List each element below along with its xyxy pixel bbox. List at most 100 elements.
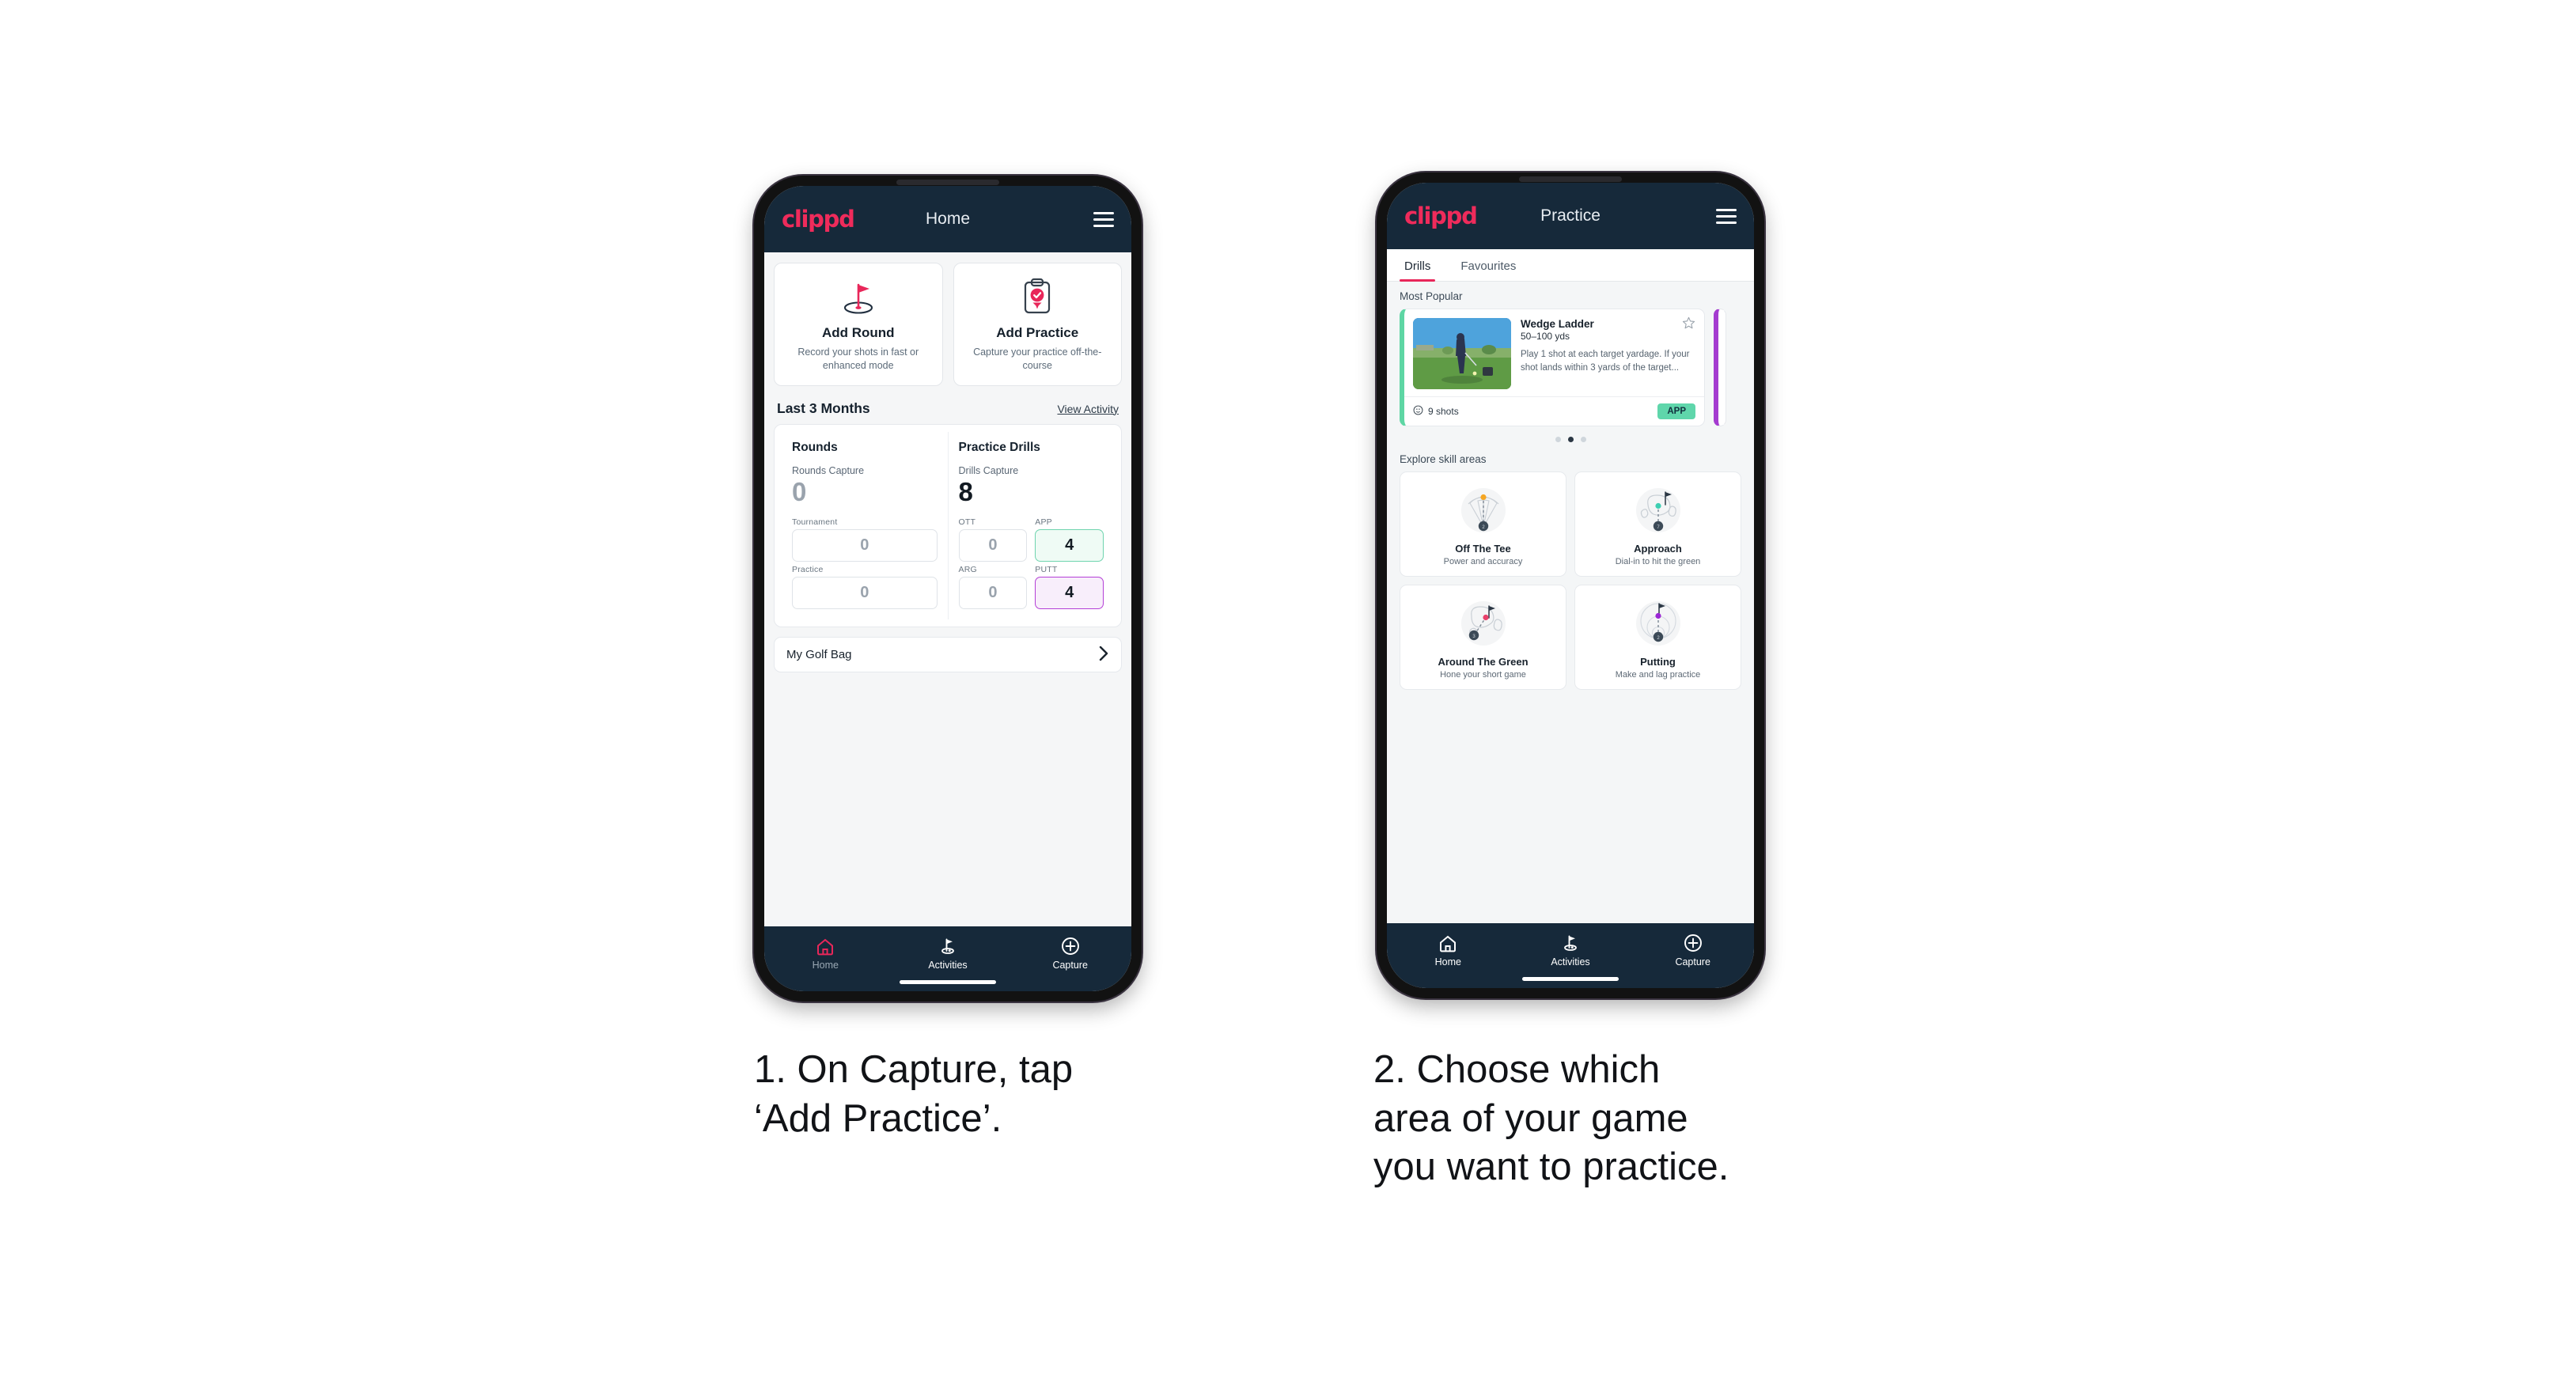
metric-ott[interactable]: OTT 0 <box>958 517 1028 562</box>
tutorial-stage: clippd Home Add Round Record your shots … <box>0 0 2576 1386</box>
nav-home[interactable]: Home <box>1387 933 1510 968</box>
drills-column: Practice Drills Drills Capture 8 OTT 0 A… <box>947 431 1115 620</box>
nav-capture[interactable]: Capture <box>1631 933 1754 968</box>
clippd-logo[interactable]: clippd <box>1404 203 1478 229</box>
add-round-card[interactable]: Add Round Record your shots in fast or e… <box>774 263 943 386</box>
practice-content: Most Popular Wedge Ladder 50–100 yds Pla… <box>1387 282 1754 923</box>
metric-putt-value: 4 <box>1035 577 1104 610</box>
nav-home-label: Home <box>1434 956 1461 968</box>
metric-ott-label: OTT <box>958 517 976 528</box>
nav-activities[interactable]: Activities <box>1510 933 1632 968</box>
phone-mockup-practice: clippd Practice Drills Favourites Most P… <box>1377 172 1764 998</box>
caption-step-2: 2. Choose which area of your game you wa… <box>1373 1048 1729 1189</box>
metric-app[interactable]: APP 4 <box>1035 517 1104 562</box>
drills-metrics: OTT 0 APP 4 ARG 0 PUTT 4 <box>958 517 1104 610</box>
drill-card[interactable]: Wedge Ladder 50–100 yds Play 1 shot at e… <box>1400 309 1705 426</box>
add-round-subtitle: Record your shots in fast or enhanced mo… <box>797 346 919 372</box>
rounds-capture-value: 0 <box>792 476 807 506</box>
drill-description: Play 1 shot at each target yardage. If y… <box>1521 350 1690 373</box>
carousel-dot[interactable] <box>1580 437 1586 442</box>
skill-card-around-the-green[interactable]: 3 Around The Green Hone your short game <box>1400 585 1566 690</box>
metric-arg[interactable]: ARG 0 <box>958 565 1028 610</box>
tab-favourites[interactable]: Favourites <box>1456 249 1521 281</box>
skill-title: Off The Tee <box>1455 543 1511 555</box>
view-activity-link[interactable]: View Activity <box>1057 403 1119 415</box>
hamburger-icon[interactable] <box>1093 211 1114 227</box>
metric-putt[interactable]: PUTT 4 <box>1035 565 1104 610</box>
phone-screen: clippd Practice Drills Favourites Most P… <box>1387 183 1754 988</box>
skill-card-approach[interactable]: 7 Approach Dial-in to hit the green <box>1574 471 1741 577</box>
skill-areas-grid: 2 Off The Tee Power and accuracy 7 Appro… <box>1387 471 1754 690</box>
tab-drills[interactable]: Drills <box>1400 249 1436 282</box>
plus-circle-icon <box>1061 937 1080 956</box>
explore-skill-areas-label: Explore skill areas <box>1400 453 1487 465</box>
metric-ott-value: 0 <box>958 529 1028 562</box>
skill-title: Putting <box>1640 656 1676 668</box>
add-practice-card[interactable]: Add Practice Capture your practice off-t… <box>953 263 1122 386</box>
approach-green-icon: 7 <box>1580 481 1736 540</box>
nav-activities-label: Activities <box>928 960 968 971</box>
skill-subtitle: Dial-in to hit the green <box>1615 557 1701 566</box>
metric-tournament-value: 0 <box>792 529 938 562</box>
star-outline-icon[interactable] <box>1682 316 1695 332</box>
plus-circle-icon <box>1684 933 1703 952</box>
clipboard-check-icon <box>960 277 1116 318</box>
rounds-column: Rounds Rounds Capture 0 Tournament 0 Pra… <box>782 432 948 620</box>
metric-tournament[interactable]: Tournament 0 <box>792 517 938 562</box>
nav-home[interactable]: Home <box>764 937 887 971</box>
tee-shot-fan-icon: 2 <box>1405 481 1561 540</box>
drill-shots-label: 9 shots <box>1428 406 1459 417</box>
nav-capture-label: Capture <box>1052 960 1088 971</box>
quick-actions: Add Round Record your shots in fast or e… <box>774 263 1122 386</box>
clippd-logo[interactable]: clippd <box>782 206 855 233</box>
drill-shots: 9 shots <box>1413 405 1459 418</box>
skill-subtitle: Power and accuracy <box>1443 557 1523 566</box>
drill-carousel[interactable]: Wedge Ladder 50–100 yds Play 1 shot at e… <box>1387 309 1754 426</box>
drill-card-next-peek[interactable] <box>1714 309 1726 426</box>
metric-tournament-label: Tournament <box>792 517 838 528</box>
phone-speaker-notch <box>896 180 999 185</box>
nav-capture[interactable]: Capture <box>1009 937 1131 971</box>
rounds-capture-label: Rounds Capture <box>792 464 865 476</box>
phone-mockup-home: clippd Home Add Round Record your shots … <box>754 176 1142 1002</box>
metric-putt-label: PUTT <box>1035 565 1058 575</box>
drills-heading: Practice Drills <box>958 440 1040 454</box>
nav-home-label: Home <box>812 960 839 971</box>
carousel-dot-active[interactable] <box>1567 437 1574 442</box>
drills-capture-label: Drills Capture <box>958 464 1019 476</box>
add-practice-subtitle: Capture your practice off-the-course <box>973 346 1102 372</box>
most-popular-label: Most Popular <box>1400 290 1463 302</box>
phone-speaker-notch <box>1519 176 1622 182</box>
skill-card-off-the-tee[interactable]: 2 Off The Tee Power and accuracy <box>1400 471 1566 577</box>
nav-activities[interactable]: Activities <box>887 937 1010 971</box>
my-golf-bag-row[interactable]: My Golf Bag <box>774 637 1122 673</box>
hamburger-icon[interactable] <box>1716 208 1737 224</box>
bottom-nav: Home Activities Capture <box>764 926 1131 991</box>
carousel-dot[interactable] <box>1555 437 1561 442</box>
metric-practice[interactable]: Practice 0 <box>792 565 938 610</box>
phone-screen: clippd Home Add Round Record your shots … <box>764 186 1131 991</box>
last-3-months-title: Last 3 Months <box>777 400 870 416</box>
bottom-nav: Home Activities Capture <box>1387 923 1754 988</box>
drills-capture-value: 8 <box>958 476 973 506</box>
metric-practice-value: 0 <box>792 577 938 610</box>
golf-flag-icon <box>938 937 957 956</box>
drill-category-badge: APP <box>1657 403 1695 419</box>
skill-title: Approach <box>1634 543 1682 555</box>
golf-flag-icon <box>1561 933 1580 952</box>
nav-activities-label: Activities <box>1551 956 1590 968</box>
home-indicator <box>1522 977 1619 981</box>
home-icon <box>1438 933 1457 952</box>
practice-tabs: Drills Favourites <box>1387 249 1754 282</box>
app-header: clippd Home <box>764 186 1131 252</box>
activity-section-header: Last 3 Months View Activity <box>777 400 1119 417</box>
home-content: Add Round Record your shots in fast or e… <box>764 252 1131 926</box>
caption-step-1: 1. On Capture, tap ‘Add Practice’. <box>754 1048 1074 1140</box>
putting-rings-icon: 2 <box>1580 594 1736 653</box>
nav-capture-label: Capture <box>1675 956 1710 968</box>
drill-top: Wedge Ladder 50–100 yds Play 1 shot at e… <box>1404 309 1704 396</box>
rounds-heading: Rounds <box>792 440 838 454</box>
app-header: clippd Practice <box>1387 183 1754 249</box>
skill-card-putting[interactable]: 2 Putting Make and lag practice <box>1574 585 1741 690</box>
skill-title: Around The Green <box>1438 656 1529 668</box>
